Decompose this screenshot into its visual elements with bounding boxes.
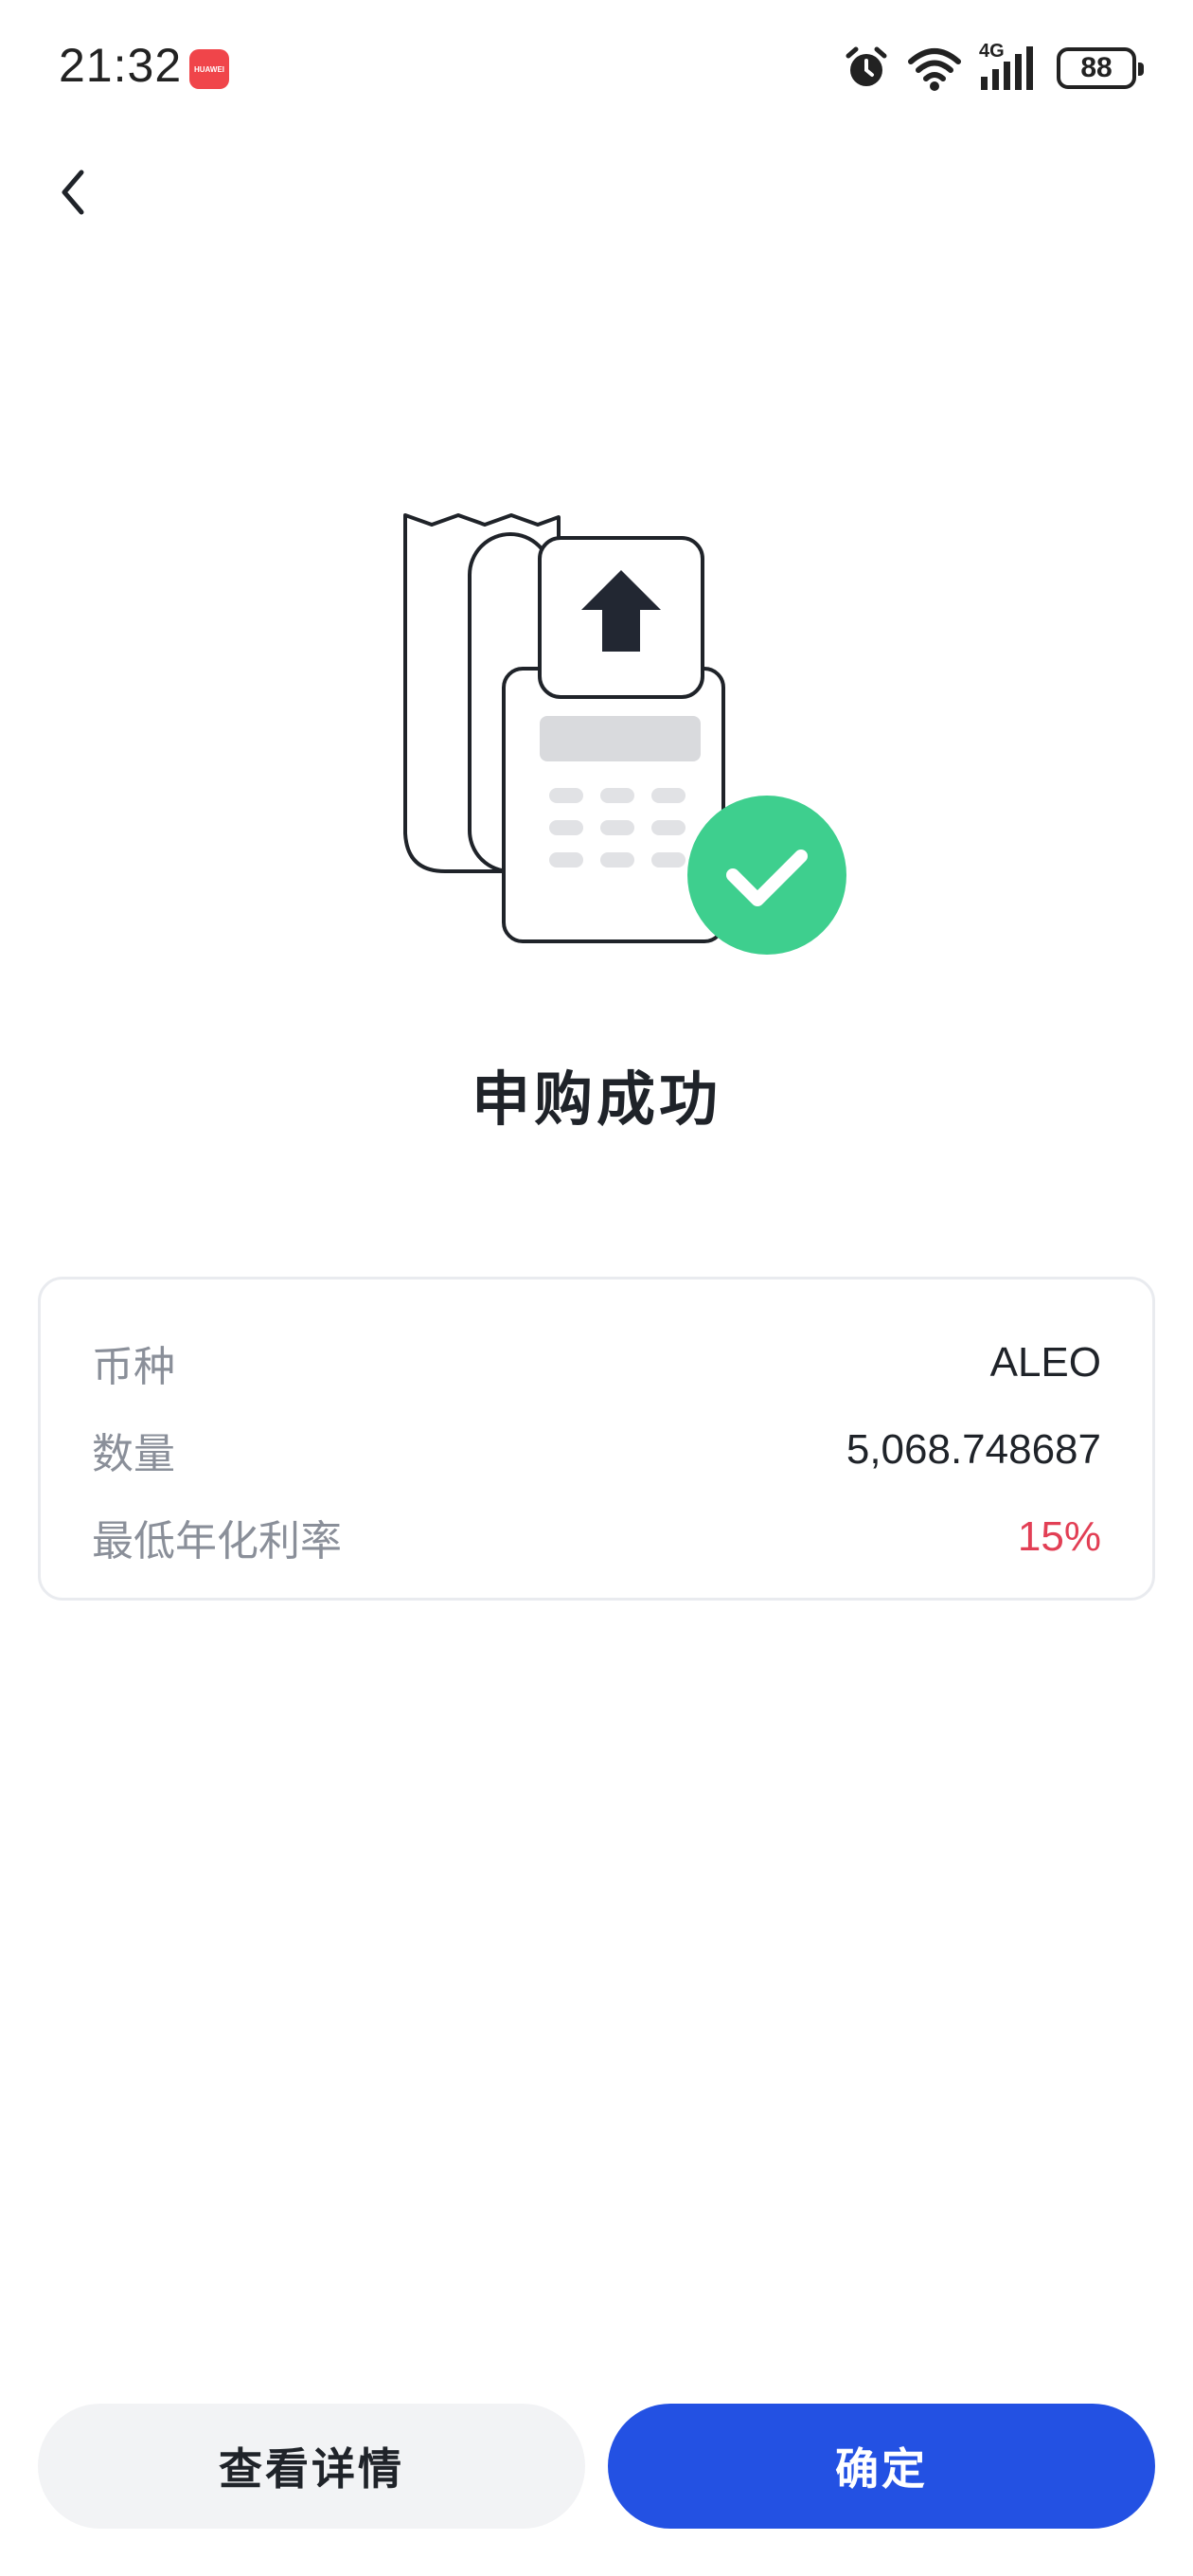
alarm-icon xyxy=(846,46,887,86)
subscription-success-page: 21:32 HUAWEI 4G 88 申购成功 币种 ALEO 数量 5,068… xyxy=(0,0,1193,2576)
min-apr-label: 最低年化利率 xyxy=(92,1518,342,1565)
huawei-app-icon: HUAWEI xyxy=(189,49,229,89)
wifi-icon xyxy=(908,48,961,91)
result-title: 申购成功 xyxy=(471,1067,721,1133)
confirm-button[interactable]: 确定 xyxy=(608,2404,1155,2529)
receipt-success-illustration xyxy=(403,513,846,955)
amount-label: 数量 xyxy=(92,1431,175,1477)
info-row-apr: 最低年化利率 15% xyxy=(92,1494,1101,1581)
back-button[interactable] xyxy=(45,159,102,225)
status-bar: 21:32 HUAWEI 4G 88 xyxy=(0,0,1193,142)
status-icons: 4G 88 xyxy=(843,41,1144,95)
status-time: 21:32 xyxy=(59,39,183,92)
view-details-button[interactable]: 查看详情 xyxy=(38,2404,585,2529)
info-row-currency: 币种 ALEO xyxy=(92,1319,1101,1406)
signal-icon: 4G xyxy=(979,41,1040,92)
chevron-left-icon xyxy=(62,170,84,215)
success-check-icon xyxy=(687,796,846,955)
min-apr-value: 15% xyxy=(1017,1513,1101,1560)
subscription-info-card: 币种 ALEO 数量 5,068.748687 最低年化利率 15% xyxy=(38,1277,1155,1601)
currency-label: 币种 xyxy=(92,1344,175,1390)
info-row-amount: 数量 5,068.748687 xyxy=(92,1406,1101,1494)
amount-value: 5,068.748687 xyxy=(846,1426,1101,1473)
currency-value: ALEO xyxy=(989,1339,1101,1386)
battery-icon: 88 xyxy=(1057,47,1144,89)
